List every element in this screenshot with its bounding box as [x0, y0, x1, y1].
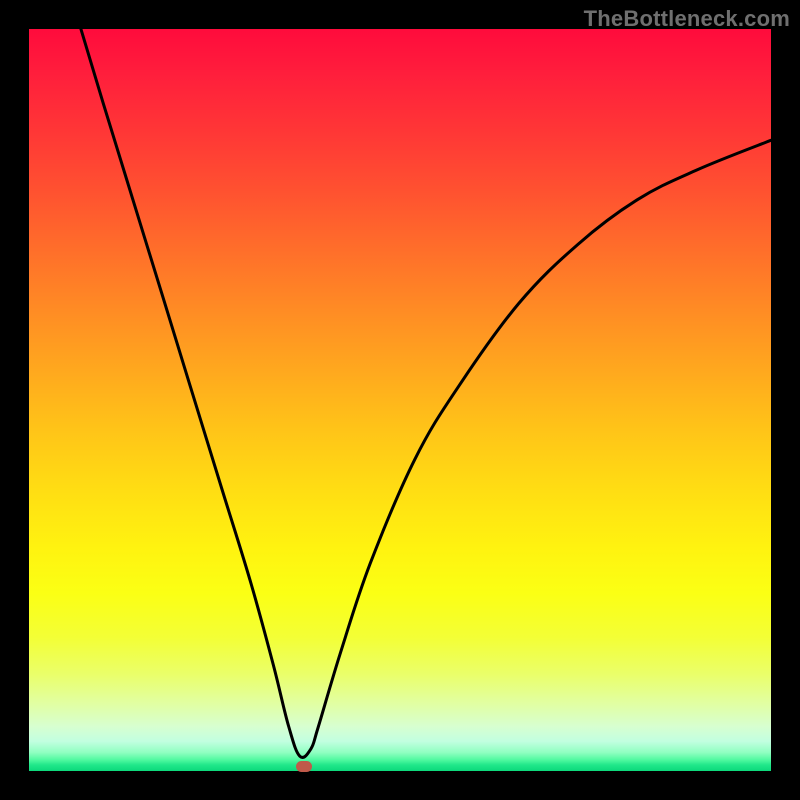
watermark-text: TheBottleneck.com	[584, 6, 790, 32]
bottleneck-curve	[29, 29, 771, 771]
plot-area	[29, 29, 771, 771]
chart-frame: TheBottleneck.com	[0, 0, 800, 800]
optimum-marker	[296, 761, 312, 772]
